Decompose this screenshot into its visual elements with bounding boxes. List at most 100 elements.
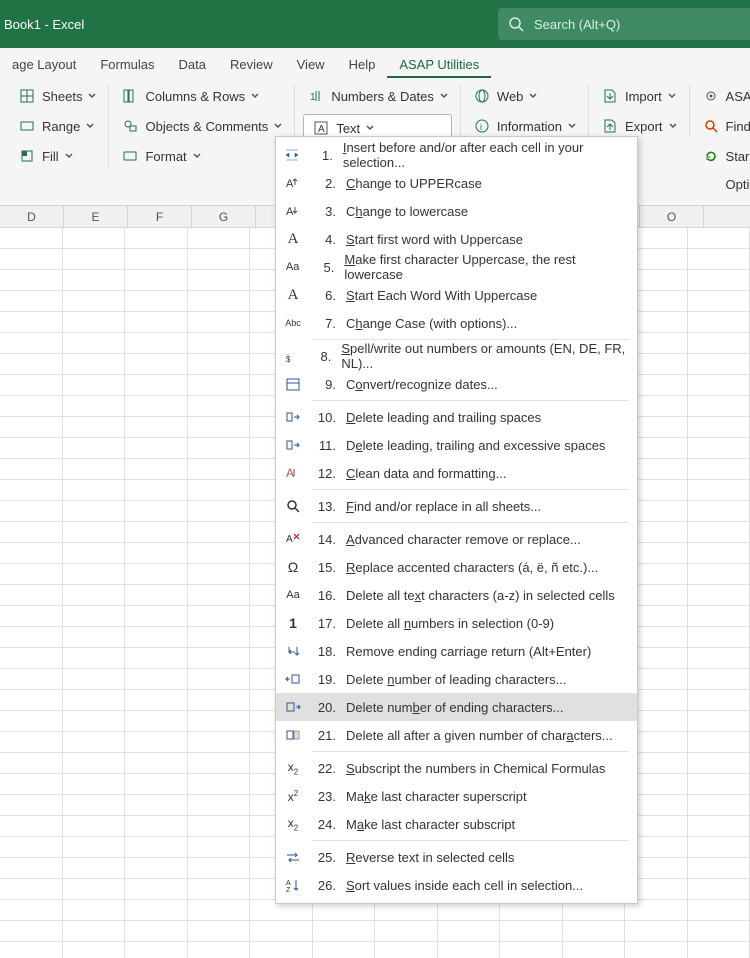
menu-item[interactable]: 25.Reverse text in selected cells <box>276 843 637 871</box>
cell[interactable] <box>688 753 750 774</box>
information-button[interactable]: iInformation <box>469 114 580 138</box>
cell[interactable] <box>63 879 126 900</box>
cell[interactable] <box>688 585 750 606</box>
cell[interactable] <box>188 753 251 774</box>
cell[interactable] <box>63 858 126 879</box>
menu-item[interactable]: 10.Delete leading and trailing spaces <box>276 403 637 431</box>
menu-item[interactable]: 1.Insert before and/or after each cell i… <box>276 141 637 169</box>
cell[interactable] <box>0 669 63 690</box>
cell[interactable] <box>188 921 251 942</box>
cell[interactable] <box>688 879 750 900</box>
cell[interactable] <box>188 837 251 858</box>
cell[interactable] <box>188 648 251 669</box>
cell[interactable] <box>63 396 126 417</box>
cell[interactable] <box>250 942 313 958</box>
numbers-dates-button[interactable]: 1Numbers & Dates <box>303 84 452 108</box>
cell[interactable] <box>188 606 251 627</box>
cell[interactable] <box>375 921 438 942</box>
cell[interactable] <box>0 900 63 921</box>
cell[interactable] <box>0 333 63 354</box>
cell[interactable] <box>188 480 251 501</box>
menu-item[interactable]: 117.Delete all numbers in selection (0-9… <box>276 609 637 637</box>
cell[interactable] <box>0 606 63 627</box>
cell[interactable] <box>63 774 126 795</box>
cell[interactable] <box>250 921 313 942</box>
cell[interactable] <box>188 375 251 396</box>
cell[interactable] <box>688 942 750 958</box>
cell[interactable] <box>125 333 188 354</box>
cell[interactable] <box>125 837 188 858</box>
cell[interactable] <box>688 774 750 795</box>
menu-item[interactable]: A12.Clean data and formatting... <box>276 459 637 487</box>
cell[interactable] <box>125 690 188 711</box>
cell[interactable] <box>125 438 188 459</box>
cell[interactable] <box>0 942 63 958</box>
export-button[interactable]: Export <box>597 114 681 138</box>
cell[interactable] <box>0 543 63 564</box>
cell[interactable] <box>188 354 251 375</box>
menu-item[interactable]: x224.Make last character subscript <box>276 810 637 838</box>
cell[interactable] <box>125 606 188 627</box>
cell[interactable] <box>125 459 188 480</box>
menu-item[interactable]: x222.Subscript the numbers in Chemical F… <box>276 754 637 782</box>
cell[interactable] <box>63 648 126 669</box>
cell[interactable] <box>125 417 188 438</box>
columns-rows-button[interactable]: Columns & Rows <box>117 84 286 108</box>
cell[interactable] <box>0 291 63 312</box>
cell[interactable] <box>63 228 126 249</box>
cell[interactable] <box>63 522 126 543</box>
import-button[interactable]: Import <box>597 84 681 108</box>
cell[interactable] <box>688 837 750 858</box>
cell[interactable] <box>0 585 63 606</box>
menu-item[interactable]: AZ26.Sort values inside each cell in sel… <box>276 871 637 899</box>
cell[interactable] <box>188 501 251 522</box>
cell[interactable] <box>688 858 750 879</box>
cell[interactable] <box>63 795 126 816</box>
cell[interactable] <box>688 711 750 732</box>
cell[interactable] <box>688 459 750 480</box>
menu-item[interactable]: x223.Make last character superscript <box>276 782 637 810</box>
cell[interactable] <box>0 249 63 270</box>
cell[interactable] <box>125 312 188 333</box>
cell[interactable] <box>688 921 750 942</box>
cell[interactable] <box>688 396 750 417</box>
cell[interactable] <box>63 732 126 753</box>
cell[interactable] <box>0 795 63 816</box>
cell[interactable] <box>438 942 501 958</box>
tab-asap-utilities[interactable]: ASAP Utilities <box>387 51 491 78</box>
cell[interactable] <box>125 900 188 921</box>
cell[interactable] <box>688 522 750 543</box>
cell[interactable] <box>188 333 251 354</box>
cell[interactable] <box>313 942 376 958</box>
cell[interactable] <box>188 816 251 837</box>
menu-item[interactable]: Aa5.Make first character Uppercase, the … <box>276 253 637 281</box>
menu-item[interactable]: Ω15.Replace accented characters (á, ë, ñ… <box>276 553 637 581</box>
menu-item[interactable]: 9.Convert/recognize dates... <box>276 370 637 398</box>
tab-review[interactable]: Review <box>218 51 285 78</box>
cell[interactable] <box>688 270 750 291</box>
cell[interactable] <box>688 312 750 333</box>
cell[interactable] <box>625 921 688 942</box>
cell[interactable] <box>500 942 563 958</box>
cell[interactable] <box>63 627 126 648</box>
cell[interactable] <box>0 459 63 480</box>
cell[interactable] <box>63 816 126 837</box>
tab-view[interactable]: View <box>285 51 337 78</box>
cell[interactable] <box>125 480 188 501</box>
cell[interactable] <box>688 900 750 921</box>
cell[interactable] <box>188 711 251 732</box>
column-header[interactable]: D <box>0 206 64 227</box>
cell[interactable] <box>688 606 750 627</box>
cell[interactable] <box>188 858 251 879</box>
cell[interactable] <box>0 438 63 459</box>
search-box[interactable]: Search (Alt+Q) <box>498 8 750 40</box>
cell[interactable] <box>0 732 63 753</box>
cell[interactable] <box>125 648 188 669</box>
cell[interactable] <box>188 417 251 438</box>
cell[interactable] <box>0 312 63 333</box>
cell[interactable] <box>688 480 750 501</box>
cell[interactable] <box>125 711 188 732</box>
cell[interactable] <box>188 942 251 958</box>
menu-item[interactable]: 21.Delete all after a given number of ch… <box>276 721 637 749</box>
cell[interactable] <box>688 291 750 312</box>
